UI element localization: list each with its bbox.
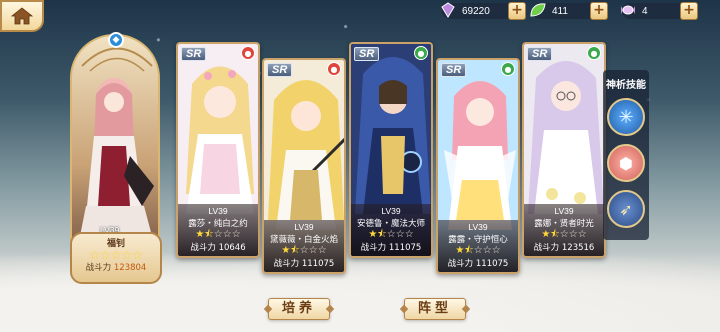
wind-element-icon: ● [414,46,428,60]
fire-element-icon: ● [327,62,341,76]
water-element-icon: ◆ [108,32,124,48]
add-leaf-button[interactable]: + [590,2,608,20]
card-power: 战斗力 10646 [190,243,246,253]
rarity-badge: SR [354,47,380,61]
card-info-2: LV39 黛薇薇・白金火焰 ★⯪☆☆☆ 战斗力 111075 [264,220,344,272]
leader-stars: ☆☆☆☆☆ [89,248,143,262]
rarity-badge: SR [441,63,467,77]
leader-power: 战斗力 123804 [85,263,147,273]
cultivate-button[interactable]: 培养 [268,298,330,320]
character-card-2[interactable]: SR ● LV39 黛薇薇・白金火焰 ★⯪☆☆☆ 战斗力 111075 [262,58,346,274]
card-level: LV39 [381,206,401,216]
candy-icon [618,0,638,20]
card-level: LV39 [468,222,488,232]
card-power: 战斗力 111075 [447,259,509,269]
candy-count: 4 [642,5,648,17]
card-name: 露露・守护恒心 [448,235,508,245]
card-info-3: LV39 安德鲁・魔法大师 ★⯪☆☆☆ 战斗力 111075 [351,204,431,256]
divine-skills-panel: 神析技能 ✳ ⬢ ➶ [603,70,649,240]
card-power: 战斗力 111075 [360,243,422,253]
resource-crystal: 69220 + [441,2,526,20]
rarity-badge: SR [181,47,207,61]
card-stars: ★⯪☆☆☆ [281,245,327,256]
card-level: LV39 [208,206,228,216]
card-stars: ★⯪☆☆☆ [368,229,414,240]
card-stars: ★⯪☆☆☆ [455,245,501,256]
home-button[interactable] [0,0,44,32]
home-icon [11,7,33,25]
add-crystal-button[interactable]: + [508,2,526,20]
ice-skill-icon[interactable]: ✳ [607,98,645,136]
leaf-icon [528,0,548,20]
card-name: 安德鲁・魔法大师 [356,219,425,229]
card-name: 露莎・纯白之约 [188,219,248,229]
card-name: 黛薇薇・白金火焰 [269,235,338,245]
card-name: 露娜・贤者时光 [534,219,594,229]
card-power: 战斗力 123516 [533,243,595,253]
resource-candy: 4 + [621,2,698,20]
leaf-count: 411 [552,5,568,17]
character-card-3[interactable]: SR ● LV39 安德鲁・魔法大师 ★⯪☆☆☆ 战斗力 111075 [349,42,433,258]
character-card-5[interactable]: SR ● LV39 露娜・贤者时光 ★⯪☆☆☆ 战斗力 123516 [522,42,606,258]
fire-element-icon: ● [241,46,255,60]
card-stars: ★⯪☆☆☆ [541,229,587,240]
card-info-5: LV39 露娜・贤者时光 ★⯪☆☆☆ 战斗力 123516 [524,204,604,256]
rarity-badge: SR [267,63,293,77]
card-level: LV39 [294,222,314,232]
formation-button[interactable]: 阵型 [404,298,466,320]
add-candy-button[interactable]: + [680,2,698,20]
character-card-1[interactable]: SR ● LV39 露莎・纯白之约 ★⯪☆☆☆ 战斗力 10646 [176,42,260,258]
card-level: LV39 [554,206,574,216]
crystal-icon [438,0,458,20]
card-info-4: LV39 露露・守护恒心 ★⯪☆☆☆ 战斗力 111075 [438,220,518,272]
feather-skill-icon[interactable]: ➶ [607,190,645,228]
shield-skill-icon[interactable]: ⬢ [607,144,645,182]
rarity-badge: SR [527,47,553,61]
leader-card[interactable]: ◆ LV39 福钊 ☆☆☆☆☆ 战斗力 123804 [70,32,162,284]
crystal-count: 69220 [462,5,490,17]
leader-info-plate: 福钊 ☆☆☆☆☆ 战斗力 123804 [70,232,162,284]
card-power: 战斗力 111075 [273,259,335,269]
skills-title: 神析技能 [606,80,646,91]
character-card-4[interactable]: SR ● LV39 露露・守护恒心 ★⯪☆☆☆ 战斗力 111075 [436,58,520,274]
card-stars: ★⯪☆☆☆ [195,229,241,240]
wind-element-icon: ● [501,62,515,76]
wind-element-icon: ● [587,46,601,60]
card-info-1: LV39 露莎・纯白之约 ★⯪☆☆☆ 战斗力 10646 [178,204,258,256]
resource-leaf: 411 + [530,2,608,20]
